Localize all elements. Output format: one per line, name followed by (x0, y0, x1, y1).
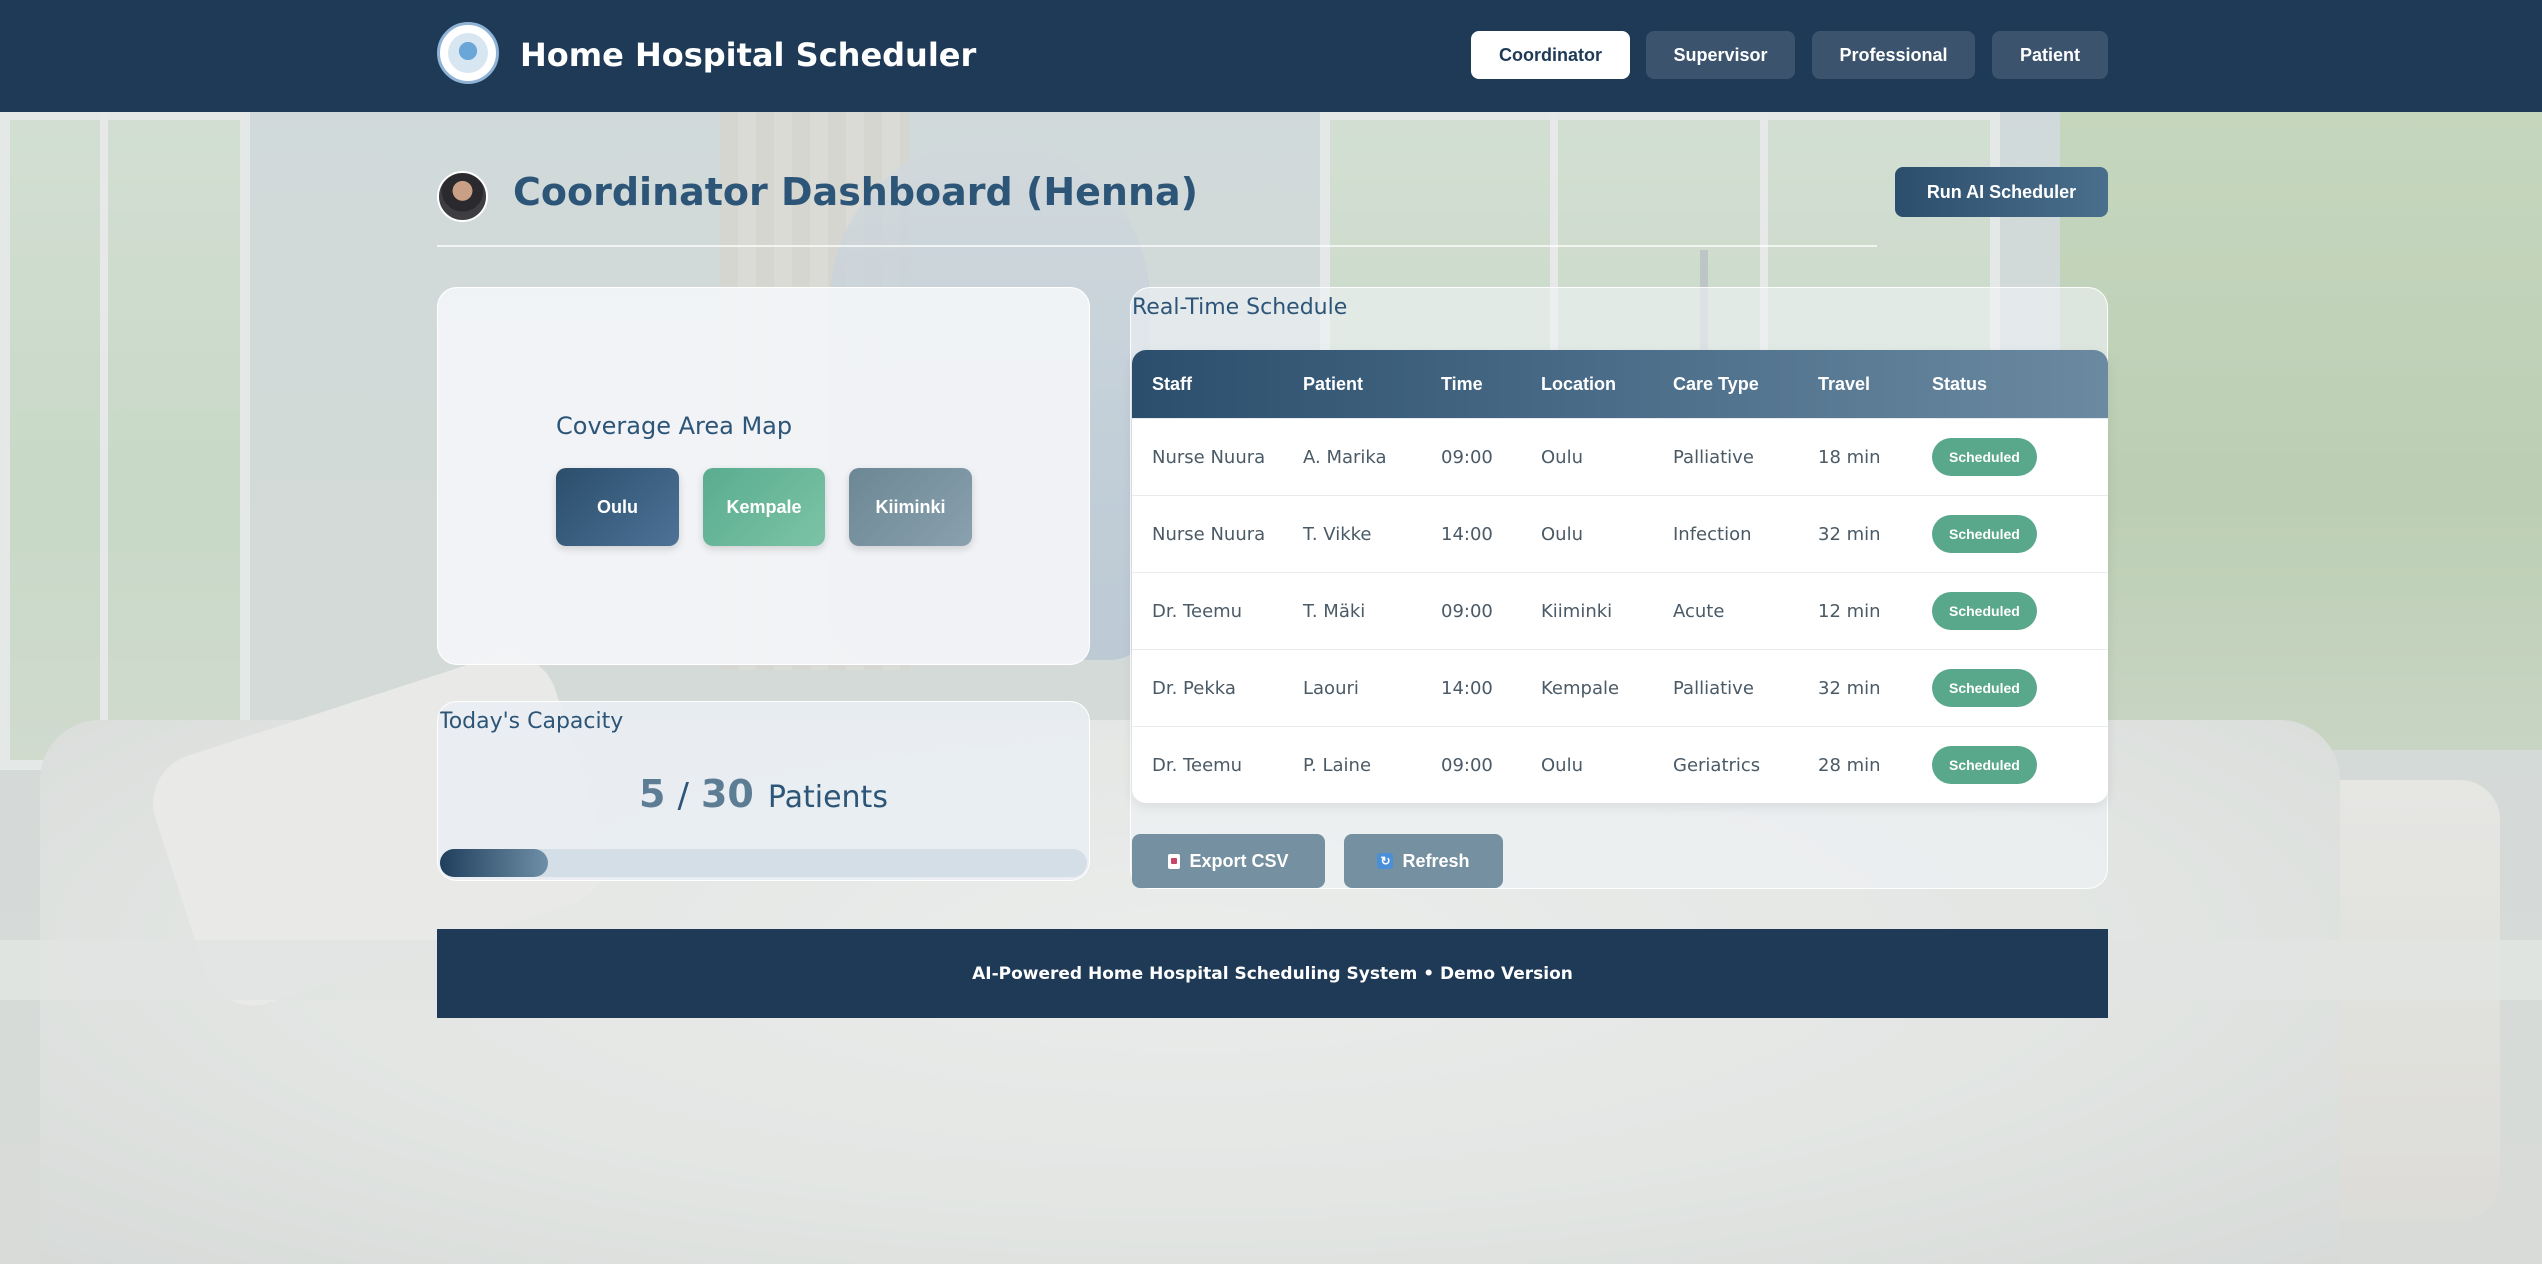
nav-professional-button[interactable]: Professional (1812, 31, 1975, 79)
table-row[interactable]: Dr. Teemu T. Mäki 09:00 Kiiminki Acute 1… (1132, 572, 2108, 650)
cell-patient: A. Marika (1303, 418, 1441, 496)
export-csv-button[interactable]: Export CSV (1132, 834, 1325, 888)
capacity-progress-fill (440, 849, 548, 877)
cell-care-type: Geriatrics (1673, 726, 1818, 803)
cell-staff: Dr. Teemu (1132, 726, 1303, 803)
capacity-separator: / (677, 776, 689, 816)
cell-location: Kiiminki (1541, 572, 1673, 650)
cell-location: Oulu (1541, 495, 1673, 573)
table-header-row: Staff Patient Time Location Care Type Tr… (1132, 350, 2108, 419)
cell-time: 09:00 (1441, 572, 1541, 650)
cell-travel: 18 min (1818, 418, 1932, 496)
cell-care-type: Palliative (1673, 418, 1818, 496)
nav-coordinator-button[interactable]: Coordinator (1471, 31, 1630, 79)
cell-status: Scheduled (1932, 572, 2108, 650)
refresh-button[interactable]: ↻ Refresh (1344, 834, 1503, 888)
cell-staff: Nurse Nuura (1132, 418, 1303, 496)
status-badge: Scheduled (1932, 515, 2037, 553)
schedule-card: Real-Time Schedule Staff Patient Time Lo… (1130, 287, 2108, 889)
cell-location: Kempale (1541, 649, 1673, 727)
status-badge: Scheduled (1932, 438, 2037, 476)
table-row[interactable]: Dr. Teemu P. Laine 09:00 Oulu Geriatrics… (1132, 726, 2108, 803)
column-header: Travel (1818, 373, 1871, 394)
zone-kempale-button[interactable]: Kempale (703, 468, 825, 546)
coverage-map-title: Coverage Area Map (556, 412, 793, 440)
status-badge: Scheduled (1932, 592, 2037, 630)
column-header: Staff (1152, 373, 1192, 394)
cell-travel: 28 min (1818, 726, 1932, 803)
page-footer: AI-Powered Home Hospital Scheduling Syst… (437, 929, 2108, 1018)
nav-patient-button[interactable]: Patient (1992, 31, 2108, 79)
title-divider (437, 245, 1877, 247)
cell-patient: Laouri (1303, 649, 1441, 727)
status-badge: Scheduled (1932, 669, 2037, 707)
page-title: Coordinator Dashboard (Henna) (513, 170, 1199, 214)
run-ai-scheduler-button[interactable]: Run AI Scheduler (1895, 167, 2108, 217)
cell-care-type: Palliative (1673, 649, 1818, 727)
capacity-title: Today's Capacity (439, 709, 624, 734)
cell-status: Scheduled (1932, 418, 2108, 496)
export-icon (1168, 853, 1181, 869)
table-row[interactable]: Nurse Nuura A. Marika 09:00 Oulu Palliat… (1132, 418, 2108, 496)
cell-time: 09:00 (1441, 418, 1541, 496)
cell-status: Scheduled (1932, 726, 2108, 803)
top-header: Home Hospital Scheduler Coordinator Supe… (0, 0, 2542, 112)
cell-time: 14:00 (1441, 495, 1541, 573)
export-csv-label: Export CSV (1189, 850, 1289, 871)
zone-oulu-button[interactable]: Oulu (556, 468, 679, 546)
table-row[interactable]: Dr. Pekka Laouri 14:00 Kempale Palliativ… (1132, 649, 2108, 727)
column-header: Patient (1303, 373, 1364, 394)
cell-time: 09:00 (1441, 726, 1541, 803)
capacity-readout: 5 / 30 Patients (438, 772, 1089, 816)
capacity-unit: Patients (767, 780, 888, 815)
capacity-card: Today's Capacity 5 / 30 Patients (437, 701, 1090, 881)
cell-staff: Nurse Nuura (1132, 495, 1303, 573)
cell-status: Scheduled (1932, 495, 2108, 573)
column-header: Care Type (1673, 373, 1759, 394)
cell-time: 14:00 (1441, 649, 1541, 727)
column-header: Location (1541, 373, 1616, 394)
schedule-title: Real-Time Schedule (1132, 295, 1348, 320)
app-title: Home Hospital Scheduler (520, 36, 977, 74)
table-row[interactable]: Nurse Nuura T. Vikke 14:00 Oulu Infectio… (1132, 495, 2108, 573)
cell-patient: T. Vikke (1303, 495, 1441, 573)
cell-patient: P. Laine (1303, 726, 1441, 803)
cell-care-type: Infection (1673, 495, 1818, 573)
footer-text: AI-Powered Home Hospital Scheduling Syst… (972, 963, 1573, 984)
status-badge: Scheduled (1932, 746, 2037, 784)
refresh-icon: ↻ (1377, 853, 1394, 869)
cell-care-type: Acute (1673, 572, 1818, 650)
refresh-label: Refresh (1402, 850, 1470, 871)
cell-location: Oulu (1541, 726, 1673, 803)
zone-kiiminki-button[interactable]: Kiiminki (849, 468, 972, 546)
cell-location: Oulu (1541, 418, 1673, 496)
cell-status: Scheduled (1932, 649, 2108, 727)
coordinator-avatar (437, 171, 488, 222)
capacity-current: 5 (639, 772, 666, 816)
capacity-progress-bar (440, 849, 1087, 877)
column-header: Time (1441, 373, 1483, 394)
nav-supervisor-button[interactable]: Supervisor (1646, 31, 1795, 79)
cell-travel: 32 min (1818, 649, 1932, 727)
cell-travel: 32 min (1818, 495, 1932, 573)
coverage-map-card: Coverage Area Map Oulu Kempale Kiiminki (437, 287, 1090, 665)
cell-staff: Dr. Pekka (1132, 649, 1303, 727)
schedule-table: Staff Patient Time Location Care Type Tr… (1132, 350, 2108, 803)
cell-staff: Dr. Teemu (1132, 572, 1303, 650)
cell-patient: T. Mäki (1303, 572, 1441, 650)
column-header: Status (1932, 373, 1988, 394)
capacity-total: 30 (700, 772, 754, 816)
hospital-logo-icon (437, 22, 499, 84)
cell-travel: 12 min (1818, 572, 1932, 650)
